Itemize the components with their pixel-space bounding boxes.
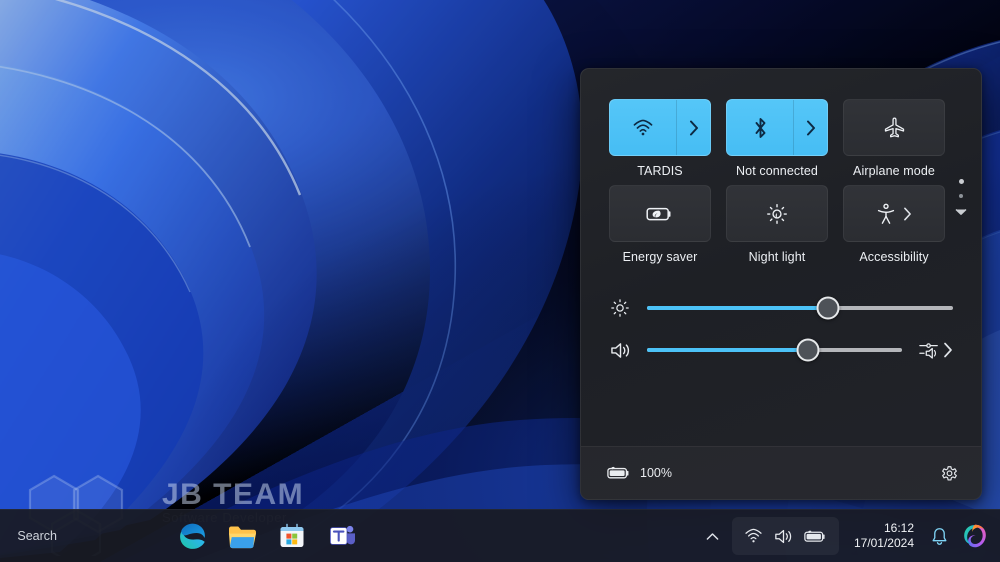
copilot-icon[interactable] (958, 519, 992, 553)
battery-percentage: 100% (640, 466, 672, 480)
taskbar-app-edge[interactable] (172, 516, 212, 556)
quick-tile-wifi[interactable] (609, 99, 711, 156)
search-box[interactable]: Search (0, 521, 66, 551)
taskbar-app-icons (172, 510, 362, 562)
clock-time: 16:12 (884, 521, 914, 536)
volume-slider-tail (918, 340, 953, 360)
tile-row: Energy saver (609, 185, 955, 264)
chevron-down-icon[interactable] (955, 208, 967, 216)
clock-date: 17/01/2024 (854, 536, 914, 551)
pager-dot-active[interactable] (959, 179, 964, 184)
volume-slider-row (609, 340, 953, 360)
quick-tile-accessibility[interactable] (843, 185, 945, 242)
quick-settings-sliders (609, 298, 955, 360)
gear-icon[interactable] (940, 464, 959, 483)
bell-icon[interactable] (926, 519, 952, 553)
tile-row: TARDIS (609, 99, 955, 178)
taskbar-right: 16:12 17/01/2024 (700, 510, 992, 562)
chevron-right-icon[interactable] (793, 100, 827, 155)
quick-tile-label-energy-saver: Energy saver (623, 250, 698, 264)
taskbar-app-file-explorer[interactable] (222, 516, 262, 556)
search-label: Search (17, 529, 57, 543)
tile-cell-night-light: Night light (726, 185, 828, 264)
volume-slider-thumb[interactable] (796, 339, 819, 362)
volume-icon (609, 341, 631, 360)
brightness-slider-row (609, 298, 953, 318)
taskbar-clock[interactable]: 16:12 17/01/2024 (845, 521, 920, 551)
quick-settings-footer: 100% (581, 446, 981, 499)
tile-cell-wifi: TARDIS (609, 99, 711, 178)
chevron-right-icon[interactable] (943, 342, 953, 358)
quick-tile-label-airplane-mode: Airplane mode (853, 164, 935, 178)
brightness-slider-track[interactable] (647, 306, 953, 310)
night-light-icon (766, 203, 788, 225)
chevron-up-icon[interactable] (700, 519, 726, 553)
quick-tile-energy-saver[interactable] (609, 185, 711, 242)
quick-settings-body: TARDIS (581, 69, 981, 360)
quick-tile-label-wifi: TARDIS (637, 164, 683, 178)
tile-cell-accessibility: Accessibility (843, 185, 945, 264)
quick-settings-pager[interactable] (950, 179, 972, 216)
quick-tile-bluetooth[interactable] (726, 99, 828, 156)
wifi-icon (610, 119, 676, 137)
chevron-right-icon[interactable] (676, 100, 710, 155)
bluetooth-icon (727, 117, 793, 139)
quick-tile-label-bluetooth: Not connected (736, 164, 818, 178)
taskbar-app-teams[interactable] (322, 516, 362, 556)
brightness-slider-fill (647, 306, 828, 310)
tray-battery-icon[interactable] (804, 529, 827, 544)
tray-volume-icon[interactable] (774, 528, 793, 545)
quick-settings-tile-grid: TARDIS (609, 99, 955, 264)
audio-mixer-icon[interactable] (918, 340, 940, 360)
quick-tile-airplane-mode[interactable] (843, 99, 945, 156)
tile-cell-bluetooth: Not connected (726, 99, 828, 178)
battery-leaf-icon (646, 205, 674, 223)
quick-tile-night-light[interactable] (726, 185, 828, 242)
volume-slider-track[interactable] (647, 348, 902, 352)
quick-tile-label-night-light: Night light (749, 250, 806, 264)
tile-cell-airplane: Airplane mode (843, 99, 945, 178)
chevron-right-icon[interactable] (903, 207, 912, 221)
brightness-icon (609, 298, 631, 318)
battery-full-icon (607, 465, 631, 481)
tray-wifi-icon[interactable] (744, 528, 763, 544)
quick-tile-label-accessibility: Accessibility (859, 250, 928, 264)
system-tray[interactable] (732, 517, 839, 555)
accessibility-icon (876, 203, 896, 225)
pager-dot[interactable] (959, 194, 963, 198)
volume-slider-fill (647, 348, 808, 352)
airplane-icon (883, 116, 906, 139)
battery-status[interactable]: 100% (607, 465, 672, 481)
tile-cell-energy-saver: Energy saver (609, 185, 711, 264)
quick-settings-panel[interactable]: TARDIS (580, 68, 982, 500)
brightness-slider-thumb[interactable] (816, 297, 839, 320)
taskbar-app-microsoft-store[interactable] (272, 516, 312, 556)
taskbar[interactable]: Search (0, 509, 1000, 562)
